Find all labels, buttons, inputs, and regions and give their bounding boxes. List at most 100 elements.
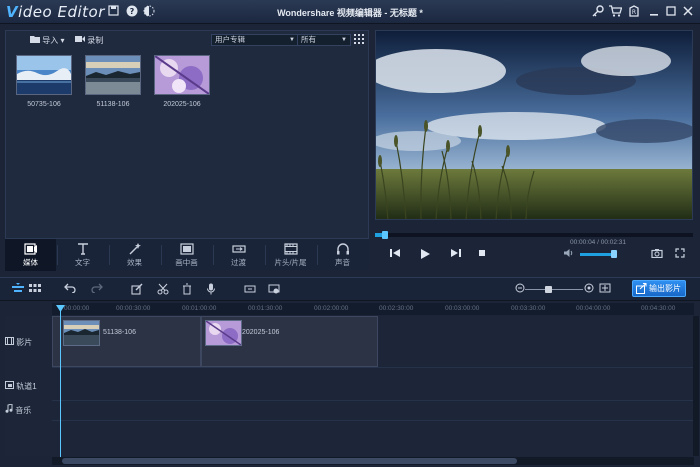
step-back-icon[interactable] — [388, 248, 402, 262]
play-icon[interactable] — [418, 248, 432, 262]
tab-media[interactable]: 媒体 — [5, 239, 56, 271]
intro-credit-icon — [283, 243, 298, 255]
music-icon — [5, 403, 13, 415]
cut-icon[interactable] — [156, 283, 170, 297]
tab-intro-credit[interactable]: 片头/片尾 — [265, 239, 316, 271]
media-toolbar: 导入 ▾ 录制 用户专辑 ▼ 所有 ▼ — [6, 31, 368, 49]
volume-slider-track[interactable] — [580, 253, 615, 256]
ruler-label: 00:04:30:00 — [641, 305, 676, 312]
export-icon — [636, 283, 647, 299]
ruler-label: 00:01:00:00 — [182, 305, 217, 312]
overlay-icon — [5, 381, 14, 391]
preview-progress-bar[interactable] — [375, 231, 693, 239]
timeline-horizontal-scrollbar[interactable] — [52, 457, 694, 465]
minimize-icon[interactable] — [647, 5, 660, 18]
ruler-label: 00:00:00 — [64, 305, 90, 312]
zoom-slider-handle[interactable] — [545, 286, 552, 293]
playback-controls — [375, 245, 693, 265]
stop-icon[interactable] — [475, 248, 489, 262]
filter-select[interactable]: 所有 ▼ — [297, 34, 351, 46]
volume-icon[interactable] — [562, 248, 576, 262]
timeline-clip[interactable]: 51138-106 — [52, 316, 201, 367]
preview-frame-image — [376, 31, 692, 219]
import-button[interactable]: 导入 ▾ — [30, 35, 64, 46]
svg-text:R: R — [631, 9, 635, 16]
clip-name: 51138-106 — [103, 329, 136, 336]
delete-icon[interactable] — [180, 283, 194, 297]
folder-icon — [30, 36, 42, 45]
record-icon — [75, 36, 87, 45]
category-tabs: 媒体 文字 效果 画中画 过渡 片头/片尾 声音 — [5, 238, 369, 271]
track-header-video: 影片 — [5, 337, 51, 348]
text-icon — [76, 243, 90, 255]
export-movie-button[interactable]: 输出影片 — [632, 280, 686, 297]
clip-thumbnail — [205, 320, 242, 346]
ruler-label: 00:00:30:00 — [116, 305, 151, 312]
tab-sound[interactable]: 声音 — [317, 239, 368, 271]
album-select[interactable]: 用户专辑 ▼ — [211, 34, 299, 46]
clip-name: 202025-106 — [242, 329, 280, 336]
scrollbar-thumb[interactable] — [62, 458, 517, 464]
maximize-icon[interactable] — [664, 5, 677, 18]
ruler-label: 00:02:30:00 — [379, 305, 414, 312]
timeline-toolbar — [0, 277, 700, 301]
ruler-label: 00:04:00:00 — [576, 305, 611, 312]
fullscreen-icon[interactable] — [673, 248, 687, 262]
transition-icon — [231, 243, 246, 255]
media-library-panel: 导入 ▾ 录制 用户专辑 ▼ 所有 ▼ 50735-106 51138-106 20… — [5, 30, 369, 266]
record-button[interactable]: 录制 — [75, 35, 103, 46]
media-icon — [23, 243, 38, 255]
media-item-thumbnail[interactable] — [85, 55, 141, 95]
tab-text[interactable]: 文字 — [57, 239, 108, 271]
zoom-in-icon[interactable] — [582, 283, 596, 297]
fit-timeline-icon[interactable] — [598, 283, 612, 297]
ruler-label: 00:03:30:00 — [511, 305, 546, 312]
volume-slider-handle[interactable] — [611, 250, 618, 258]
media-item-thumbnail[interactable] — [154, 55, 210, 95]
timeline-clip[interactable]: 202025-106 — [201, 316, 378, 367]
playhead-line[interactable] — [60, 307, 61, 457]
settings-icon[interactable] — [267, 283, 281, 297]
cart-icon[interactable] — [609, 5, 623, 18]
timeline-view-icon[interactable] — [11, 283, 25, 297]
key-icon[interactable] — [591, 5, 604, 18]
tab-pip[interactable]: 画中画 — [161, 239, 212, 271]
tab-transition[interactable]: 过渡 — [213, 239, 264, 271]
track-divider — [52, 420, 694, 421]
storyboard-view-icon[interactable] — [28, 283, 42, 297]
microphone-icon[interactable] — [204, 283, 218, 297]
timeline-vertical-scrollbar[interactable] — [693, 316, 699, 456]
ruler-label: 00:03:00:00 — [445, 305, 480, 312]
track-header-overlay: 轨道1 — [5, 381, 51, 392]
track-divider — [52, 400, 694, 401]
track-divider — [52, 367, 694, 368]
timeline-ruler[interactable]: 00:00:00 00:00:30:00 00:01:00:00 00:01:3… — [52, 303, 694, 315]
video-preview[interactable] — [375, 30, 693, 220]
preview-progress-handle[interactable] — [381, 231, 388, 239]
crop-icon[interactable] — [243, 283, 257, 297]
chevron-down-icon: ▼ — [341, 37, 347, 43]
close-icon[interactable] — [681, 5, 694, 18]
step-forward-icon[interactable] — [449, 248, 463, 262]
effect-icon — [128, 243, 142, 255]
clip-thumbnail — [63, 320, 100, 346]
view-toggle-icon[interactable] — [354, 34, 364, 46]
media-item-thumbnail[interactable] — [16, 55, 72, 95]
redo-icon[interactable] — [90, 283, 104, 297]
registered-icon[interactable]: R — [627, 5, 640, 18]
title-bar: Video Editor ? Wondershare 视频编辑器 - 无标题 *… — [0, 0, 700, 24]
pip-icon — [179, 243, 194, 255]
media-item-label: 50735-106 — [27, 101, 61, 108]
undo-icon[interactable] — [63, 283, 77, 297]
snapshot-icon[interactable] — [650, 248, 664, 262]
ruler-label: 00:02:00:00 — [314, 305, 349, 312]
zoom-out-icon[interactable] — [513, 283, 527, 297]
track-header-music: 音乐 — [5, 403, 51, 416]
zoom-slider-track[interactable] — [525, 289, 583, 290]
tab-effects[interactable]: 效果 — [109, 239, 160, 271]
ruler-label: 00:01:30:00 — [248, 305, 283, 312]
chevron-down-icon: ▼ — [289, 37, 295, 43]
media-item-label: 51138-106 — [96, 101, 130, 108]
edit-icon[interactable] — [130, 283, 144, 297]
film-icon — [5, 337, 14, 347]
